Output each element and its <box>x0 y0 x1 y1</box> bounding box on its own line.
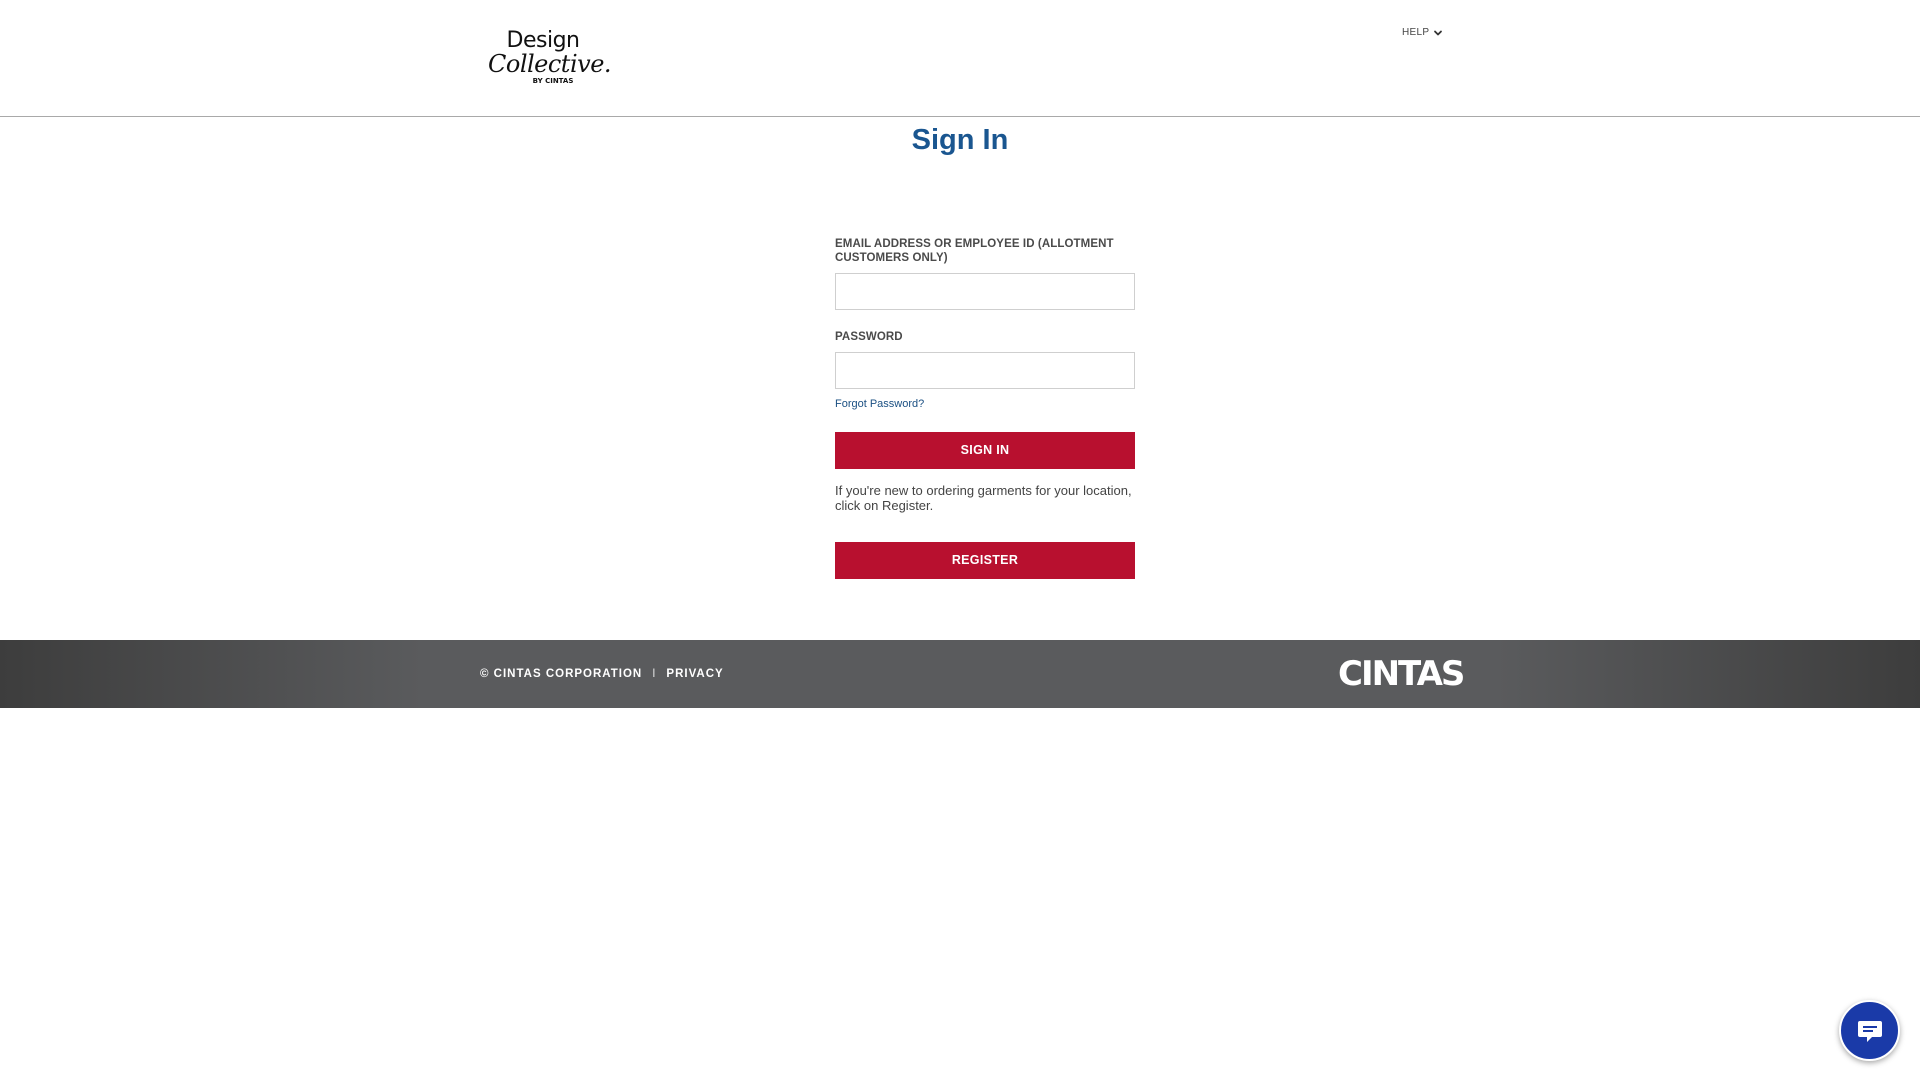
design-collective-logo[interactable]: Design Collective. BY CINTAS <box>488 28 612 86</box>
email-label: EMAIL ADDRESS OR EMPLOYEE ID (ALLOTMENT … <box>835 238 1114 264</box>
chat-button[interactable] <box>1839 1000 1900 1061</box>
cintas-logo-text: CINTAS <box>1338 654 1465 694</box>
sign-in-button[interactable]: SIGN IN <box>835 432 1135 469</box>
forgot-password-link[interactable]: Forgot Password? <box>835 398 1135 410</box>
site-footer: © CINTAS CORPORATION I PRIVACY CINTAS <box>0 640 1920 708</box>
logo-line-1: Design <box>506 28 580 53</box>
footer-links: © CINTAS CORPORATION I PRIVACY <box>480 668 724 680</box>
page-title: Sign In <box>911 124 1009 156</box>
site-header: Design Collective. BY CINTAS HELP <box>0 0 1920 117</box>
email-field[interactable] <box>835 273 1135 310</box>
password-field[interactable] <box>835 352 1135 389</box>
chat-bubble-icon <box>1857 1020 1882 1042</box>
footer-separator: I <box>652 668 657 680</box>
sign-in-form: EMAIL ADDRESS OR EMPLOYEE ID (ALLOTMENT … <box>835 237 1135 579</box>
logo-line-2: Collective. <box>488 50 612 78</box>
register-note: If you're new to ordering garments for y… <box>835 483 1132 513</box>
privacy-link[interactable]: PRIVACY <box>666 668 723 680</box>
help-menu[interactable]: HELP <box>1402 27 1443 38</box>
help-label: HELP <box>1402 27 1430 38</box>
cintas-logo[interactable]: CINTAS <box>1338 652 1465 696</box>
chevron-down-icon <box>1434 30 1443 35</box>
password-label: PASSWORD <box>835 331 903 343</box>
copyright-text: © CINTAS CORPORATION <box>480 668 643 680</box>
register-button[interactable]: REGISTER <box>835 542 1135 579</box>
